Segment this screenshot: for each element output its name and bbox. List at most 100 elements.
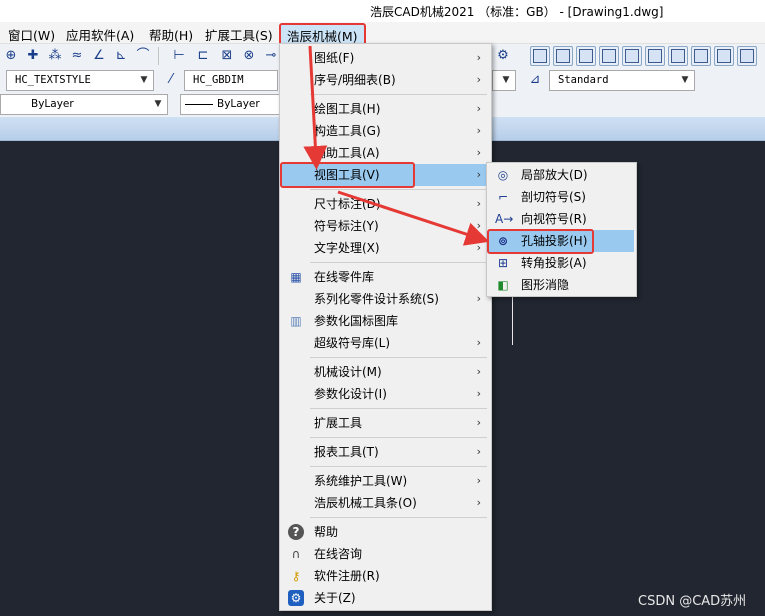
parts-library-icon: ▦: [290, 270, 302, 284]
toolbar-icon-1[interactable]: ⊕: [2, 47, 20, 65]
toolbar-icon-8[interactable]: ⊢: [170, 47, 188, 65]
menu-item-sys-maintenance[interactable]: 系统维护工具(W) ›: [282, 470, 489, 492]
menu-item-about[interactable]: ⚙ 关于(Z): [282, 587, 489, 609]
menu-item-super-symbol[interactable]: 超级符号库(L) ›: [282, 332, 489, 354]
toolbar-icon-12[interactable]: ⊸: [262, 47, 280, 65]
text-style-select[interactable]: HC_TEXTSTYLE ▼: [6, 70, 154, 91]
menu-item-label: 尺寸标注(D): [314, 197, 381, 211]
chevron-down-icon: ▼: [140, 75, 148, 85]
menu-item-label: 浩辰机械工具条(O): [314, 496, 417, 510]
menu-item-construct-tools[interactable]: 构造工具(G) ›: [282, 120, 489, 142]
menu-item-report-tools[interactable]: 报表工具(T) ›: [282, 441, 489, 463]
submenu-item-hide[interactable]: ◧ 图形消隐: [489, 274, 634, 296]
menu-item-text[interactable]: 文字处理(X) ›: [282, 237, 489, 259]
menu-item-bom[interactable]: 序号/明细表(B) ›: [282, 69, 489, 91]
chevron-right-icon: ›: [476, 365, 481, 378]
menu-item-label: 符号标注(Y): [314, 219, 379, 233]
linetype-value: ByLayer: [217, 98, 260, 110]
submenu-item-detail-zoom[interactable]: ◎ 局部放大(D): [489, 164, 634, 186]
menu-item-param-gb-library[interactable]: ▥ 参数化国标图库: [282, 310, 489, 332]
menu-item-online-parts[interactable]: ▦ 在线零件库: [282, 266, 489, 288]
menu-apps[interactable]: 应用软件(A): [66, 25, 134, 44]
chevron-right-icon: ›: [476, 146, 481, 159]
toolbar-button-3[interactable]: [576, 46, 596, 66]
menu-item-label: 系列化零件设计系统(S): [314, 292, 439, 306]
toolbar-icon-9[interactable]: ⊏: [194, 47, 212, 65]
toolbar-icon-4[interactable]: ≈: [68, 47, 86, 65]
standard-select[interactable]: Standard ▼: [549, 70, 695, 91]
toolbar-button-8[interactable]: [691, 46, 711, 66]
menu-item-symbol[interactable]: 符号标注(Y) ›: [282, 215, 489, 237]
chevron-right-icon: ›: [476, 73, 481, 86]
menu-item-label: 报表工具(T): [314, 445, 379, 459]
menu-item-mech-toolbar[interactable]: 浩辰机械工具条(O) ›: [282, 492, 489, 514]
color-select[interactable]: ByLayer ▼: [0, 94, 168, 115]
menu-item-series-parts[interactable]: 系列化零件设计系统(S) ›: [282, 288, 489, 310]
menu-item-extend-tools[interactable]: 扩展工具 ›: [282, 412, 489, 434]
toolbar-button-2[interactable]: [553, 46, 573, 66]
toolbar-icon-7[interactable]: ⌒: [134, 47, 152, 65]
menu-window[interactable]: 窗口(W): [8, 25, 55, 44]
menu-item-label: 局部放大(D): [521, 168, 588, 182]
toolbar-button-7[interactable]: [668, 46, 688, 66]
headset-icon: ∩: [291, 547, 301, 561]
menu-item-label: 关于(Z): [314, 591, 356, 605]
submenu-item-view-symbol[interactable]: A→ 向视符号(R): [489, 208, 634, 230]
watermark: CSDN @CAD苏州: [638, 594, 747, 609]
menu-item-label: 序号/明细表(B): [314, 73, 396, 87]
menu-item-param-design[interactable]: 参数化设计(I) ›: [282, 383, 489, 405]
chevron-right-icon: ›: [476, 51, 481, 64]
menu-item-draw-tools[interactable]: 绘图工具(H) ›: [282, 98, 489, 120]
submenu-item-corner-projection[interactable]: ⊞ 转角投影(A): [489, 252, 634, 274]
menu-divider: [310, 437, 487, 438]
toolbar-button-6[interactable]: [645, 46, 665, 66]
table-style-icon: ⊿: [529, 72, 541, 87]
corner-projection-icon: ⊞: [497, 256, 509, 270]
menu-item-aux-tools[interactable]: 辅助工具(A) ›: [282, 142, 489, 164]
menu-item-drawing[interactable]: 图纸(F) ›: [282, 47, 489, 69]
toolbar-button-10[interactable]: [737, 46, 757, 66]
chevron-right-icon: ›: [476, 292, 481, 305]
chevron-right-icon: ›: [476, 496, 481, 509]
chevron-right-icon: ›: [476, 219, 481, 232]
toolbar-icon-11[interactable]: ⊗: [240, 47, 258, 65]
menu-extend-tools[interactable]: 扩展工具(S): [205, 25, 273, 44]
toolbar-button-5[interactable]: [622, 46, 642, 66]
menu-item-label: 剖切符号(S): [521, 190, 586, 204]
style-dropdown-button[interactable]: ▼: [492, 70, 516, 91]
chevron-right-icon: ›: [476, 416, 481, 429]
menu-item-registration[interactable]: ⚷ 软件注册(R): [282, 565, 489, 587]
toolbar-button-1[interactable]: [530, 46, 550, 66]
menu-item-dimension[interactable]: 尺寸标注(D) ›: [282, 193, 489, 215]
section-symbol-icon: ⌐: [497, 190, 509, 204]
toolbar-separator: [158, 47, 159, 65]
chevron-right-icon: ›: [476, 124, 481, 137]
menu-item-label: 软件注册(R): [314, 569, 380, 583]
linetype-select[interactable]: ByLayer: [180, 94, 280, 115]
chevron-down-icon: ▼: [681, 75, 689, 85]
gear-icon: ⚙: [288, 590, 304, 606]
toolbar-icon-2[interactable]: ✚: [24, 47, 42, 65]
linetype-preview: [185, 103, 213, 105]
toolbar-icon-10[interactable]: ⊠: [218, 47, 236, 65]
menu-item-label: 超级符号库(L): [314, 336, 391, 350]
menu-item-mech-design[interactable]: 机械设计(M) ›: [282, 361, 489, 383]
menu-item-label: 图形消隐: [521, 278, 570, 292]
submenu-item-section-symbol[interactable]: ⌐ 剖切符号(S): [489, 186, 634, 208]
menu-item-label: 参数化设计(I): [314, 387, 387, 401]
menu-help[interactable]: 帮助(H): [149, 25, 193, 44]
toolbar-icon-3[interactable]: ⁂: [46, 47, 64, 65]
toolbar-button-4[interactable]: [599, 46, 619, 66]
menu-item-label: 图纸(F): [314, 51, 355, 65]
chevron-right-icon: ›: [476, 168, 481, 181]
dim-style-select[interactable]: HC_GBDIM: [184, 70, 278, 91]
toolbar-icon-6[interactable]: ⊾: [112, 47, 130, 65]
highlight-box-hole-projection: [487, 229, 594, 254]
menu-item-online-consult[interactable]: ∩ 在线咨询: [282, 543, 489, 565]
toolbar-icon-13[interactable]: ⚙: [494, 47, 512, 65]
chevron-right-icon: ›: [476, 197, 481, 210]
menu-item-help[interactable]: ? 帮助: [282, 521, 489, 543]
toolbar-icon-5[interactable]: ∠: [90, 47, 108, 65]
chevron-right-icon: ›: [476, 474, 481, 487]
toolbar-button-9[interactable]: [714, 46, 734, 66]
